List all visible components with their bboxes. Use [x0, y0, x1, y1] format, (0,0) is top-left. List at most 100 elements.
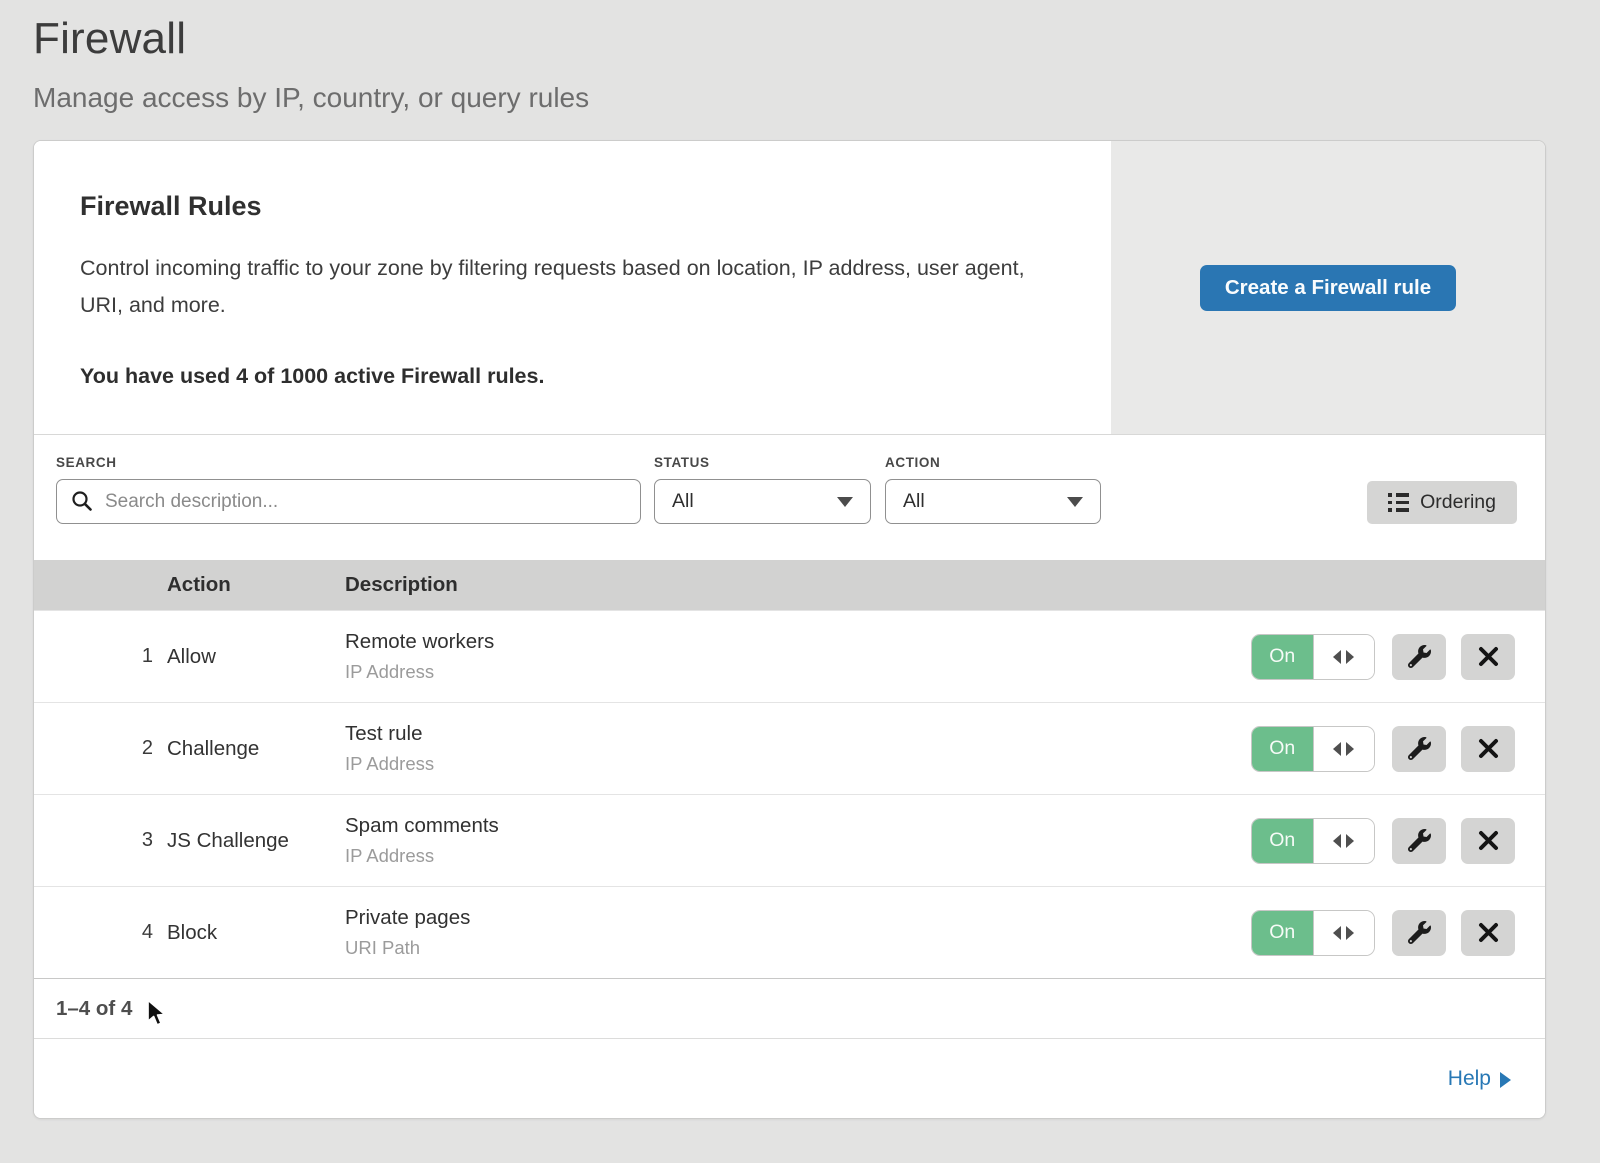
- action-select-value: All: [903, 490, 925, 513]
- create-rule-panel: Create a Firewall rule: [1111, 141, 1545, 434]
- help-link[interactable]: Help: [1448, 1067, 1511, 1091]
- arrow-left-icon: [1333, 742, 1341, 756]
- toggle-handle[interactable]: [1313, 727, 1375, 771]
- arrow-right-icon: [1346, 926, 1354, 940]
- toggle-on-label: On: [1252, 727, 1313, 771]
- search-label: SEARCH: [56, 455, 641, 470]
- close-icon: [1478, 646, 1499, 667]
- rule-description-cell: Test rule IP Address: [345, 722, 1245, 775]
- card-footer: Help: [34, 1038, 1545, 1118]
- rule-description-cell: Remote workers IP Address: [345, 630, 1245, 683]
- wrench-icon: [1408, 737, 1431, 760]
- rule-match-type: IP Address: [345, 753, 1245, 775]
- search-input[interactable]: [56, 479, 641, 524]
- rule-match-type: IP Address: [345, 845, 1245, 867]
- rule-priority: 2: [34, 737, 167, 760]
- overview-section: Firewall Rules Control incoming traffic …: [34, 141, 1545, 435]
- toggle-on-label: On: [1252, 819, 1313, 863]
- pagination-count: 1–4 of 4: [56, 997, 132, 1021]
- page-subtitle: Manage access by IP, country, or query r…: [33, 82, 1546, 114]
- rule-controls: On: [1245, 726, 1545, 772]
- wrench-icon: [1408, 921, 1431, 944]
- rule-controls: On: [1245, 910, 1545, 956]
- table-row: 4 Block Private pages URI Path On: [34, 886, 1545, 978]
- ordered-list-icon: [1388, 493, 1409, 512]
- toggle-on-label: On: [1252, 635, 1313, 679]
- close-icon: [1478, 738, 1499, 759]
- status-label: STATUS: [654, 455, 871, 470]
- action-column-header: Action: [167, 573, 345, 597]
- delete-rule-button[interactable]: [1461, 726, 1515, 772]
- rule-description: Spam comments: [345, 814, 1245, 838]
- rule-enabled-toggle[interactable]: On: [1251, 634, 1375, 680]
- overview-text-panel: Firewall Rules Control incoming traffic …: [34, 141, 1111, 434]
- firewall-page: Firewall Manage access by IP, country, o…: [0, 0, 1600, 1119]
- arrow-left-icon: [1333, 834, 1341, 848]
- toggle-handle[interactable]: [1313, 819, 1375, 863]
- firewall-rules-card: Firewall Rules Control incoming traffic …: [33, 140, 1546, 1119]
- toggle-on-label: On: [1252, 911, 1313, 955]
- description-column-header: Description: [345, 573, 1245, 597]
- edit-rule-button[interactable]: [1392, 634, 1446, 680]
- search-icon: [71, 490, 93, 512]
- arrow-right-icon: [1346, 742, 1354, 756]
- ordering-button[interactable]: Ordering: [1367, 481, 1517, 524]
- arrow-right-icon: [1500, 1072, 1511, 1088]
- page-title: Firewall: [33, 14, 1546, 64]
- edit-rule-button[interactable]: [1392, 910, 1446, 956]
- create-firewall-rule-button[interactable]: Create a Firewall rule: [1200, 265, 1456, 311]
- table-row: 1 Allow Remote workers IP Address On: [34, 610, 1545, 702]
- chevron-down-icon: [1067, 497, 1083, 507]
- table-row: 3 JS Challenge Spam comments IP Address …: [34, 794, 1545, 886]
- arrow-right-icon: [1346, 650, 1354, 664]
- status-filter: STATUS All: [654, 455, 871, 524]
- table-header: Action Description: [34, 560, 1545, 610]
- delete-rule-button[interactable]: [1461, 634, 1515, 680]
- toggle-handle[interactable]: [1313, 635, 1375, 679]
- rule-match-type: IP Address: [345, 661, 1245, 683]
- action-label: ACTION: [885, 455, 1101, 470]
- rule-priority: 1: [34, 645, 167, 668]
- action-filter: ACTION All: [885, 455, 1101, 524]
- rule-description-cell: Spam comments IP Address: [345, 814, 1245, 867]
- rule-action: Challenge: [167, 737, 345, 761]
- delete-rule-button[interactable]: [1461, 818, 1515, 864]
- status-select[interactable]: All: [654, 479, 871, 524]
- wrench-icon: [1408, 645, 1431, 668]
- rule-action: Block: [167, 921, 345, 945]
- rule-controls: On: [1245, 818, 1545, 864]
- wrench-icon: [1408, 829, 1431, 852]
- pagination-bar: 1–4 of 4: [34, 978, 1545, 1038]
- edit-rule-button[interactable]: [1392, 726, 1446, 772]
- rule-priority: 3: [34, 829, 167, 852]
- action-select[interactable]: All: [885, 479, 1101, 524]
- filters-bar: SEARCH STATUS All ACTION: [34, 435, 1545, 560]
- search-filter: SEARCH: [56, 455, 641, 524]
- help-link-label: Help: [1448, 1067, 1491, 1091]
- edit-rule-button[interactable]: [1392, 818, 1446, 864]
- search-box: [56, 479, 641, 524]
- table-row: 2 Challenge Test rule IP Address On: [34, 702, 1545, 794]
- rule-description: Private pages: [345, 906, 1245, 930]
- ordering-button-label: Ordering: [1420, 491, 1496, 514]
- usage-note: You have used 4 of 1000 active Firewall …: [80, 364, 1071, 389]
- rule-controls: On: [1245, 634, 1545, 680]
- chevron-down-icon: [837, 497, 853, 507]
- card-heading: Firewall Rules: [80, 191, 1071, 222]
- rule-enabled-toggle[interactable]: On: [1251, 910, 1375, 956]
- page-header: Firewall Manage access by IP, country, o…: [33, 14, 1546, 114]
- rule-priority: 4: [34, 921, 167, 944]
- close-icon: [1478, 830, 1499, 851]
- status-select-value: All: [672, 490, 694, 513]
- arrow-left-icon: [1333, 926, 1341, 940]
- delete-rule-button[interactable]: [1461, 910, 1515, 956]
- close-icon: [1478, 922, 1499, 943]
- rule-description-cell: Private pages URI Path: [345, 906, 1245, 959]
- arrow-left-icon: [1333, 650, 1341, 664]
- rule-enabled-toggle[interactable]: On: [1251, 726, 1375, 772]
- rule-match-type: URI Path: [345, 937, 1245, 959]
- rule-action: Allow: [167, 645, 345, 669]
- toggle-handle[interactable]: [1313, 911, 1375, 955]
- rule-enabled-toggle[interactable]: On: [1251, 818, 1375, 864]
- card-description: Control incoming traffic to your zone by…: [80, 250, 1035, 324]
